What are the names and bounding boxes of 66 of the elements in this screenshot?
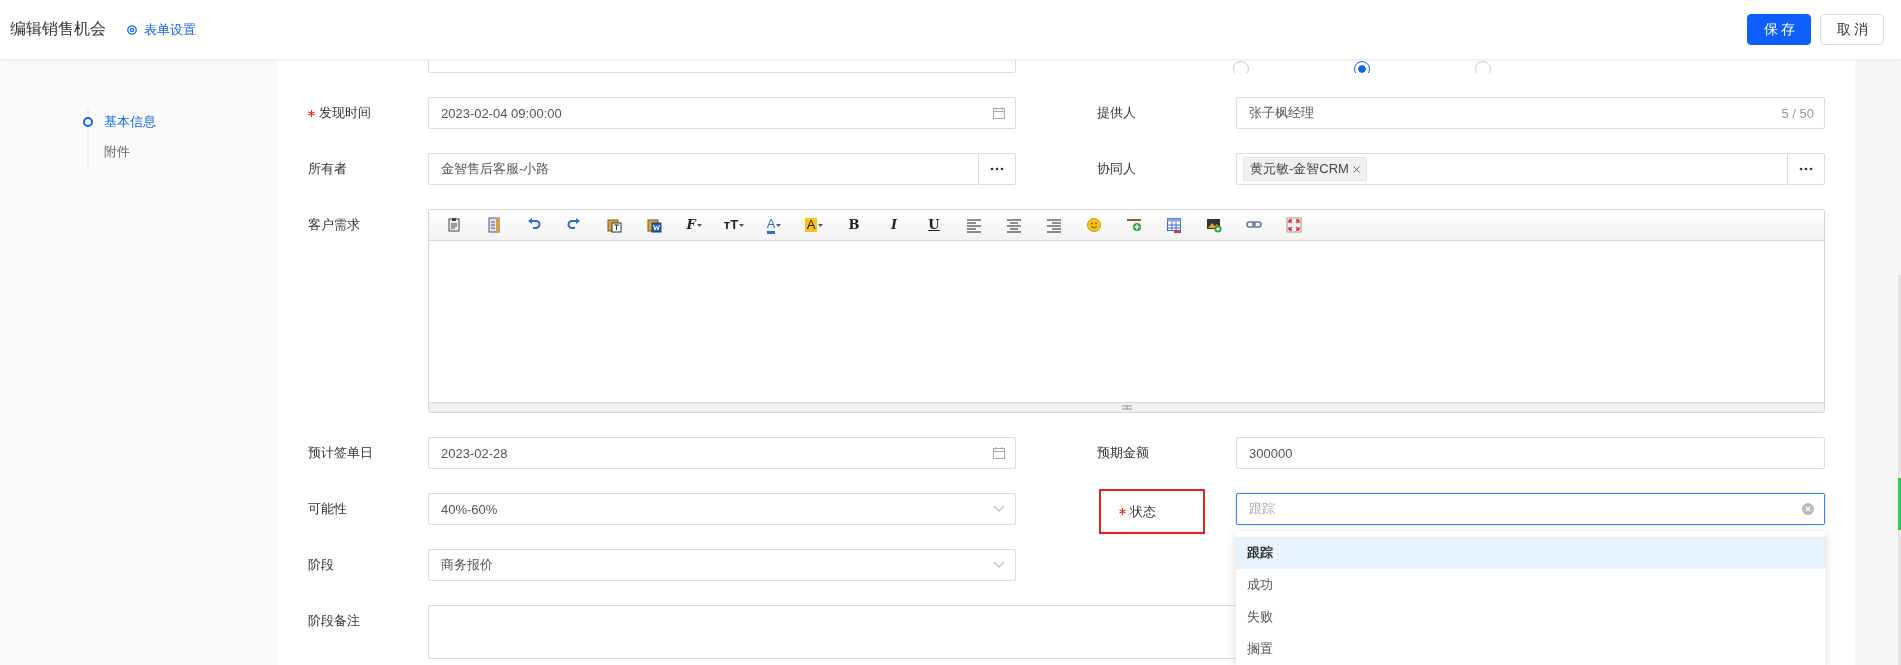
align-center-icon [1006, 217, 1022, 233]
field-label: 可能性 [308, 500, 347, 518]
field-label: 协同人 [1097, 160, 1136, 178]
caret-icon [696, 223, 702, 227]
caret-icon [739, 223, 745, 227]
align-right-icon [1046, 217, 1062, 233]
form-settings-link[interactable]: 表单设置 [126, 20, 196, 39]
field-label: 阶段备注 [308, 612, 360, 630]
bold-button[interactable]: B [834, 212, 874, 238]
tag[interactable]: 黄元敏-金智CRM [1243, 157, 1367, 181]
italic-button[interactable]: I [874, 212, 914, 238]
save-button[interactable]: 保存 [1747, 14, 1811, 45]
field-label: 预计签单日 [308, 444, 373, 462]
radio-button[interactable] [1354, 61, 1370, 73]
clipboard-icon [606, 217, 622, 233]
image-icon [1206, 217, 1222, 233]
smiley-icon [1086, 217, 1102, 233]
input-field[interactable]: 2023-02-28 [428, 437, 1016, 469]
highlight-color-button[interactable]: A [794, 212, 834, 238]
table-icon [1166, 217, 1182, 233]
select-field[interactable]: 40%-60% [428, 493, 1016, 525]
underline-button[interactable]: U [914, 212, 954, 238]
nav-item[interactable]: 附件 [104, 143, 130, 161]
nav-item[interactable]: 基本信息 [104, 113, 156, 131]
caret-icon [776, 223, 782, 227]
field-label: 预期金额 [1097, 444, 1149, 462]
field-label: 发现时间 [319, 104, 371, 122]
dropdown-option[interactable]: 失败 [1236, 601, 1825, 633]
calendar-icon [993, 107, 1005, 119]
font-color-button[interactable]: A [754, 212, 794, 238]
field-label: 状态 [1130, 502, 1156, 521]
close-icon[interactable] [1352, 165, 1360, 173]
input-field[interactable]: 2023-02-04 09:00:00 [428, 97, 1016, 129]
clipboard-icon [646, 217, 662, 233]
clear-icon [1802, 503, 1814, 515]
calendar-icon [993, 447, 1005, 459]
dropdown-option[interactable]: 成功 [1236, 569, 1825, 601]
input-field[interactable]: 金智售后客服-小路 [428, 153, 978, 185]
dropdown-option[interactable]: 搁置 [1236, 633, 1825, 665]
document-icon [486, 217, 502, 233]
clipboard-icon [446, 217, 462, 233]
page-title: 编辑销售机会 [10, 19, 106, 39]
rich-text-editor[interactable]: F ᴛT A A B I U [428, 209, 1825, 413]
dropdown-option[interactable]: 跟踪 [1236, 537, 1825, 569]
align-left-icon [966, 217, 982, 233]
caret-icon [818, 223, 824, 227]
field-label: 阶段 [308, 556, 334, 574]
settings-icon [126, 23, 138, 36]
horizontal-rule-icon [1126, 217, 1142, 233]
input-field[interactable]: 黄元敏-金智CRM [1236, 153, 1787, 185]
chevron-down-icon [993, 561, 1005, 569]
select-field[interactable]: 商务报价 [428, 549, 1016, 581]
field-label: 所有者 [308, 160, 347, 178]
more-icon[interactable] [1799, 167, 1813, 171]
font-size-button[interactable]: ᴛT [714, 212, 754, 238]
input-field[interactable]: 张子枫经理 5 / 50 [1236, 97, 1825, 129]
chevron-down-icon [993, 505, 1005, 513]
field-label: 提供人 [1097, 104, 1136, 122]
font-family-button[interactable]: F [674, 212, 714, 238]
field-label: 客户需求 [308, 216, 360, 234]
input-field[interactable]: 300000 [1236, 437, 1825, 469]
character-count: 5 / 50 [1781, 105, 1814, 121]
resize-handle-icon [1121, 405, 1132, 410]
cancel-button[interactable]: 取消 [1820, 14, 1884, 45]
fullscreen-icon [1286, 217, 1302, 233]
more-icon[interactable] [990, 167, 1004, 171]
